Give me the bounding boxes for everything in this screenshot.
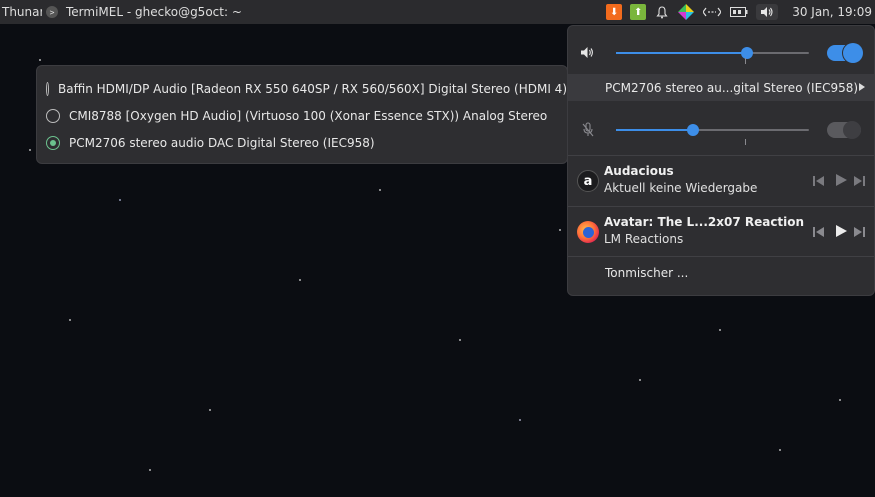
player-status: Aktuell keine Wiedergabe xyxy=(604,181,758,195)
output-device-label: Baffin HDMI/DP Audio [Radeon RX 550 640S… xyxy=(58,81,567,96)
update-icon[interactable]: ⬆ xyxy=(630,4,647,20)
taskbar-item-terminal[interactable]: > TermiMEL - ghecko@g5oct: ~ xyxy=(46,0,242,24)
media-player-firefox: Avatar: The L...2x07 Reaction LM Reactio… xyxy=(568,207,874,257)
system-tray: ⬇ ⬆ 30 Jan, 19:09 xyxy=(606,0,875,24)
media-player-audacious: a Audacious Aktuell keine Wiedergabe xyxy=(568,156,874,206)
next-icon xyxy=(854,227,862,237)
download-icon[interactable]: ⬇ xyxy=(606,4,623,20)
speaker-icon[interactable] xyxy=(580,46,596,63)
chevron-right-icon xyxy=(859,83,865,91)
input-volume-slider[interactable] xyxy=(616,124,809,145)
output-device-option[interactable]: PCM2706 stereo audio DAC Digital Stereo … xyxy=(37,129,567,156)
output-device-option[interactable]: Baffin HDMI/DP Audio [Radeon RX 550 640S… xyxy=(37,75,567,102)
radio-icon xyxy=(46,108,60,123)
next-icon xyxy=(854,176,862,186)
taskbar-item-thunar[interactable]: Thunar xyxy=(0,0,42,24)
slider-tick xyxy=(745,58,746,64)
output-device-option[interactable]: CMI8788 [Oxygen HD Audio] (Virtuoso 100 … xyxy=(37,102,567,129)
next-button[interactable] xyxy=(854,226,866,238)
previous-button[interactable] xyxy=(813,226,825,238)
output-volume-handle[interactable] xyxy=(741,47,754,59)
sound-menu: PCM2706 stereo au...gital Stereo (IEC958… xyxy=(567,25,875,296)
top-panel: Thunar > TermiMEL - ghecko@g5oct: ~ ⬇ ⬆ … xyxy=(0,0,875,24)
bell-icon[interactable] xyxy=(654,4,670,20)
play-button[interactable] xyxy=(836,174,848,186)
color-picker-icon[interactable] xyxy=(678,4,695,20)
input-mute-toggle[interactable] xyxy=(827,121,861,139)
output-volume-fill xyxy=(616,52,748,54)
sound-mixer-button[interactable]: Tonmischer ... xyxy=(605,266,688,280)
taskbar-item-label: Thunar xyxy=(2,5,42,19)
play-icon xyxy=(836,225,847,237)
output-volume-row xyxy=(568,26,874,73)
play-button[interactable] xyxy=(836,225,848,237)
output-device-label: PCM2706 stereo au...gital Stereo (IEC958… xyxy=(605,80,859,95)
microphone-muted-icon[interactable] xyxy=(582,122,594,141)
player-title: Avatar: The L...2x07 Reaction xyxy=(604,215,805,229)
network-icon[interactable] xyxy=(702,4,722,20)
volume-icon[interactable] xyxy=(756,4,779,20)
previous-button[interactable] xyxy=(813,175,825,187)
audacious-icon: a xyxy=(577,170,599,192)
previous-icon xyxy=(813,176,815,186)
player-title: Audacious xyxy=(604,164,674,178)
terminal-icon: > xyxy=(46,6,58,18)
firefox-icon xyxy=(577,221,599,243)
divider xyxy=(568,256,874,257)
taskbar-item-label: TermiMEL - ghecko@g5oct: ~ xyxy=(66,5,242,19)
clock[interactable]: 30 Jan, 19:09 xyxy=(792,5,872,19)
radio-icon xyxy=(46,81,50,96)
output-device-submenu: Baffin HDMI/DP Audio [Radeon RX 550 640S… xyxy=(36,65,568,164)
slider-tick xyxy=(745,139,746,145)
previous-icon xyxy=(813,227,815,237)
output-device-selector[interactable]: PCM2706 stereo au...gital Stereo (IEC958… xyxy=(568,74,874,101)
output-volume-slider[interactable] xyxy=(616,47,809,64)
play-icon xyxy=(836,174,847,186)
input-volume-handle[interactable] xyxy=(687,124,700,136)
input-volume-fill xyxy=(616,129,694,131)
output-device-label: CMI8788 [Oxygen HD Audio] (Virtuoso 100 … xyxy=(69,108,548,123)
player-status: LM Reactions xyxy=(604,232,684,246)
next-button[interactable] xyxy=(854,175,866,187)
radio-checked-icon xyxy=(46,135,60,150)
battery-icon[interactable] xyxy=(730,4,748,20)
output-device-label: PCM2706 stereo audio DAC Digital Stereo … xyxy=(69,135,375,150)
output-mute-toggle[interactable] xyxy=(827,43,863,63)
